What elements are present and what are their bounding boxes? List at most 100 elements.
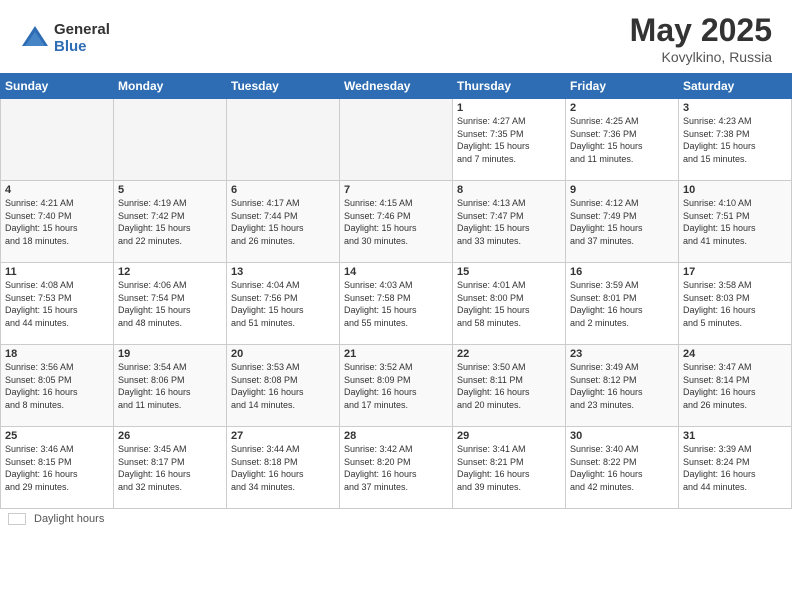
day-info: Sunrise: 3:47 AM Sunset: 8:14 PM Dayligh…	[683, 361, 787, 411]
day-info: Sunrise: 3:52 AM Sunset: 8:09 PM Dayligh…	[344, 361, 448, 411]
calendar-cell	[1, 99, 114, 181]
weekday-header-saturday: Saturday	[679, 74, 792, 99]
day-number: 13	[231, 266, 335, 278]
logo-blue: Blue	[54, 39, 110, 56]
weekday-header-tuesday: Tuesday	[227, 74, 340, 99]
day-info: Sunrise: 3:40 AM Sunset: 8:22 PM Dayligh…	[570, 443, 674, 493]
day-number: 9	[570, 184, 674, 196]
day-number: 19	[118, 348, 222, 360]
day-number: 27	[231, 430, 335, 442]
calendar-cell	[227, 99, 340, 181]
day-number: 2	[570, 102, 674, 114]
weekday-header-thursday: Thursday	[453, 74, 566, 99]
day-number: 31	[683, 430, 787, 442]
day-info: Sunrise: 3:44 AM Sunset: 8:18 PM Dayligh…	[231, 443, 335, 493]
calendar-cell: 20Sunrise: 3:53 AM Sunset: 8:08 PM Dayli…	[227, 345, 340, 427]
calendar-cell: 14Sunrise: 4:03 AM Sunset: 7:58 PM Dayli…	[340, 263, 453, 345]
footer: Daylight hours	[0, 509, 792, 529]
day-number: 26	[118, 430, 222, 442]
day-info: Sunrise: 3:50 AM Sunset: 8:11 PM Dayligh…	[457, 361, 561, 411]
day-info: Sunrise: 4:01 AM Sunset: 8:00 PM Dayligh…	[457, 279, 561, 329]
calendar-cell: 6Sunrise: 4:17 AM Sunset: 7:44 PM Daylig…	[227, 181, 340, 263]
day-number: 11	[5, 266, 109, 278]
calendar-cell	[114, 99, 227, 181]
day-info: Sunrise: 4:21 AM Sunset: 7:40 PM Dayligh…	[5, 197, 109, 247]
day-info: Sunrise: 4:23 AM Sunset: 7:38 PM Dayligh…	[683, 115, 787, 165]
day-info: Sunrise: 4:03 AM Sunset: 7:58 PM Dayligh…	[344, 279, 448, 329]
logo-icon	[20, 24, 50, 54]
calendar-cell: 26Sunrise: 3:45 AM Sunset: 8:17 PM Dayli…	[114, 427, 227, 509]
calendar-cell: 2Sunrise: 4:25 AM Sunset: 7:36 PM Daylig…	[566, 99, 679, 181]
calendar-cell: 4Sunrise: 4:21 AM Sunset: 7:40 PM Daylig…	[1, 181, 114, 263]
calendar-cell: 30Sunrise: 3:40 AM Sunset: 8:22 PM Dayli…	[566, 427, 679, 509]
calendar-cell: 3Sunrise: 4:23 AM Sunset: 7:38 PM Daylig…	[679, 99, 792, 181]
day-number: 10	[683, 184, 787, 196]
day-number: 12	[118, 266, 222, 278]
calendar-cell: 10Sunrise: 4:10 AM Sunset: 7:51 PM Dayli…	[679, 181, 792, 263]
day-info: Sunrise: 4:12 AM Sunset: 7:49 PM Dayligh…	[570, 197, 674, 247]
day-info: Sunrise: 3:53 AM Sunset: 8:08 PM Dayligh…	[231, 361, 335, 411]
title-block: May 2025 Kovylkino, Russia	[630, 12, 772, 65]
calendar-cell: 29Sunrise: 3:41 AM Sunset: 8:21 PM Dayli…	[453, 427, 566, 509]
day-info: Sunrise: 3:45 AM Sunset: 8:17 PM Dayligh…	[118, 443, 222, 493]
logo-general: General	[54, 22, 110, 39]
footer-box	[8, 513, 26, 525]
weekday-header-sunday: Sunday	[1, 74, 114, 99]
day-number: 25	[5, 430, 109, 442]
day-number: 8	[457, 184, 561, 196]
day-info: Sunrise: 4:13 AM Sunset: 7:47 PM Dayligh…	[457, 197, 561, 247]
day-number: 3	[683, 102, 787, 114]
day-info: Sunrise: 4:04 AM Sunset: 7:56 PM Dayligh…	[231, 279, 335, 329]
day-info: Sunrise: 4:15 AM Sunset: 7:46 PM Dayligh…	[344, 197, 448, 247]
header: General Blue May 2025 Kovylkino, Russia	[0, 0, 792, 73]
day-number: 1	[457, 102, 561, 114]
day-number: 28	[344, 430, 448, 442]
calendar-cell: 18Sunrise: 3:56 AM Sunset: 8:05 PM Dayli…	[1, 345, 114, 427]
day-info: Sunrise: 4:27 AM Sunset: 7:35 PM Dayligh…	[457, 115, 561, 165]
day-number: 16	[570, 266, 674, 278]
calendar-cell: 23Sunrise: 3:49 AM Sunset: 8:12 PM Dayli…	[566, 345, 679, 427]
calendar-cell: 15Sunrise: 4:01 AM Sunset: 8:00 PM Dayli…	[453, 263, 566, 345]
calendar-cell	[340, 99, 453, 181]
day-number: 15	[457, 266, 561, 278]
day-info: Sunrise: 4:25 AM Sunset: 7:36 PM Dayligh…	[570, 115, 674, 165]
day-info: Sunrise: 3:58 AM Sunset: 8:03 PM Dayligh…	[683, 279, 787, 329]
day-info: Sunrise: 3:41 AM Sunset: 8:21 PM Dayligh…	[457, 443, 561, 493]
day-number: 23	[570, 348, 674, 360]
calendar-cell: 16Sunrise: 3:59 AM Sunset: 8:01 PM Dayli…	[566, 263, 679, 345]
calendar-cell: 5Sunrise: 4:19 AM Sunset: 7:42 PM Daylig…	[114, 181, 227, 263]
calendar-cell: 21Sunrise: 3:52 AM Sunset: 8:09 PM Dayli…	[340, 345, 453, 427]
day-info: Sunrise: 4:19 AM Sunset: 7:42 PM Dayligh…	[118, 197, 222, 247]
calendar-cell: 17Sunrise: 3:58 AM Sunset: 8:03 PM Dayli…	[679, 263, 792, 345]
calendar-cell: 13Sunrise: 4:04 AM Sunset: 7:56 PM Dayli…	[227, 263, 340, 345]
weekday-header-friday: Friday	[566, 74, 679, 99]
weekday-header-wednesday: Wednesday	[340, 74, 453, 99]
calendar-cell: 19Sunrise: 3:54 AM Sunset: 8:06 PM Dayli…	[114, 345, 227, 427]
day-number: 24	[683, 348, 787, 360]
day-number: 30	[570, 430, 674, 442]
day-info: Sunrise: 3:59 AM Sunset: 8:01 PM Dayligh…	[570, 279, 674, 329]
calendar-cell: 11Sunrise: 4:08 AM Sunset: 7:53 PM Dayli…	[1, 263, 114, 345]
day-number: 5	[118, 184, 222, 196]
day-number: 22	[457, 348, 561, 360]
day-info: Sunrise: 3:49 AM Sunset: 8:12 PM Dayligh…	[570, 361, 674, 411]
calendar-cell: 27Sunrise: 3:44 AM Sunset: 8:18 PM Dayli…	[227, 427, 340, 509]
logo: General Blue	[20, 22, 110, 55]
calendar-cell: 1Sunrise: 4:27 AM Sunset: 7:35 PM Daylig…	[453, 99, 566, 181]
day-number: 21	[344, 348, 448, 360]
footer-label: Daylight hours	[34, 513, 104, 525]
calendar-cell: 28Sunrise: 3:42 AM Sunset: 8:20 PM Dayli…	[340, 427, 453, 509]
calendar-cell: 12Sunrise: 4:06 AM Sunset: 7:54 PM Dayli…	[114, 263, 227, 345]
calendar-cell: 24Sunrise: 3:47 AM Sunset: 8:14 PM Dayli…	[679, 345, 792, 427]
day-number: 20	[231, 348, 335, 360]
day-number: 18	[5, 348, 109, 360]
weekday-header-monday: Monday	[114, 74, 227, 99]
calendar: SundayMondayTuesdayWednesdayThursdayFrid…	[0, 73, 792, 509]
day-number: 7	[344, 184, 448, 196]
title-month: May 2025	[630, 12, 772, 49]
day-info: Sunrise: 3:42 AM Sunset: 8:20 PM Dayligh…	[344, 443, 448, 493]
calendar-cell: 9Sunrise: 4:12 AM Sunset: 7:49 PM Daylig…	[566, 181, 679, 263]
day-number: 17	[683, 266, 787, 278]
day-number: 6	[231, 184, 335, 196]
calendar-cell: 25Sunrise: 3:46 AM Sunset: 8:15 PM Dayli…	[1, 427, 114, 509]
